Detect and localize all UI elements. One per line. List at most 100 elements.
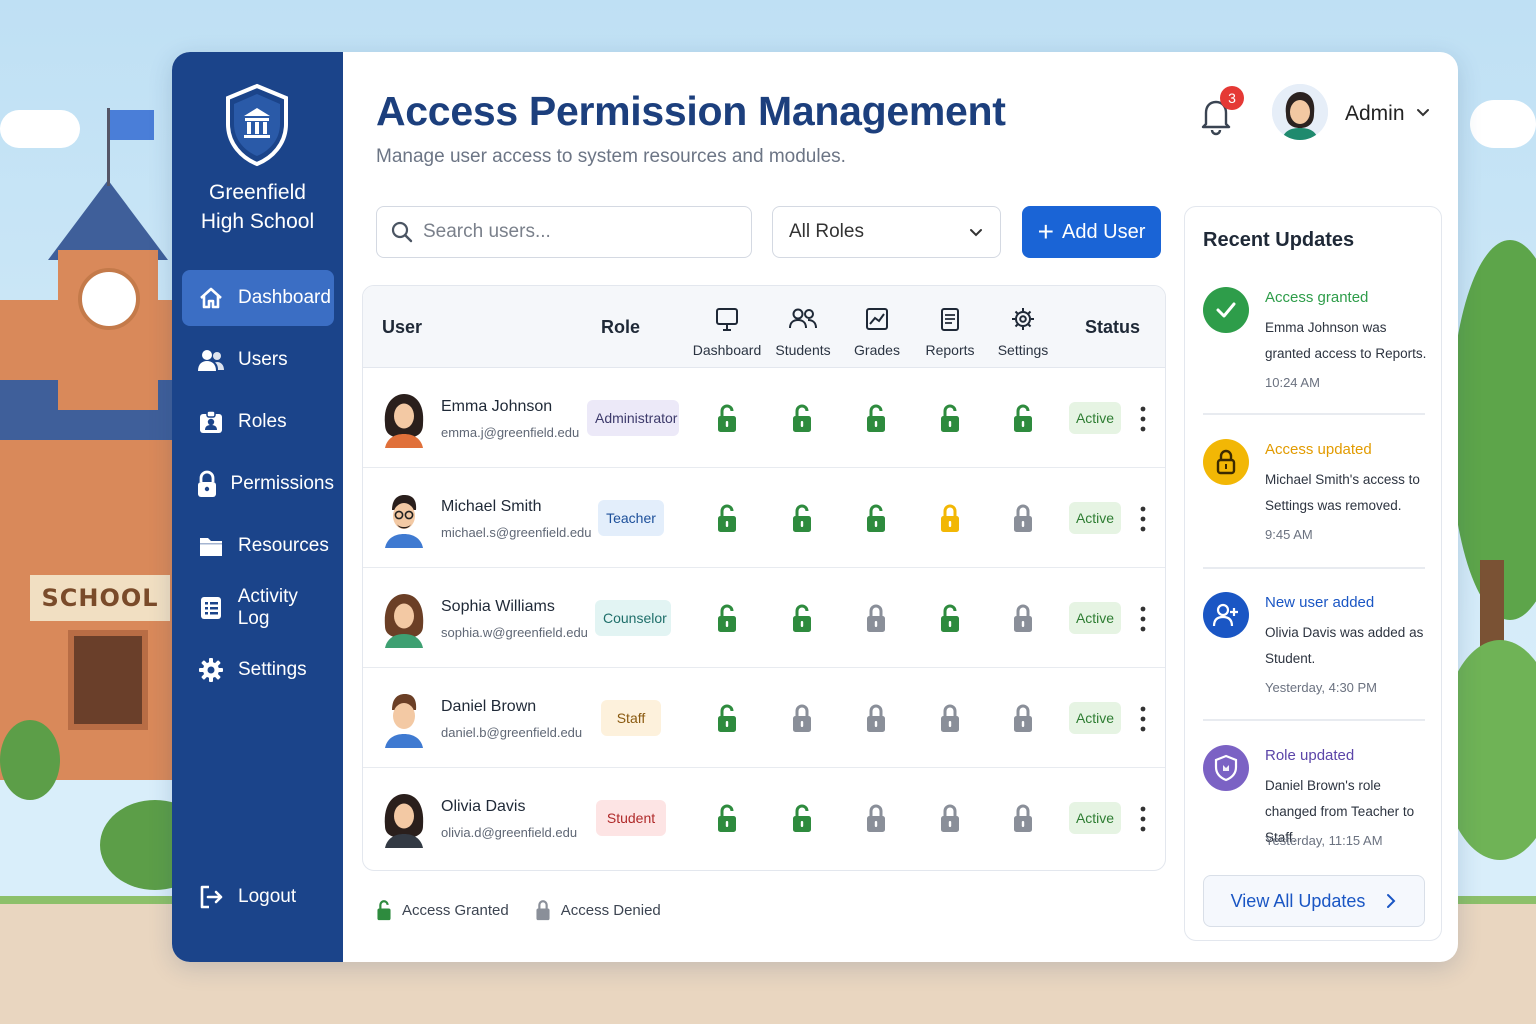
lock-closed-denied-icon[interactable] [1012, 702, 1034, 734]
lock-open-granted-icon[interactable] [791, 402, 813, 434]
column-header-label: Grades [854, 342, 900, 358]
lock-open-granted-icon[interactable] [865, 502, 887, 534]
lock-closed-denied-icon[interactable] [1012, 802, 1034, 834]
roles-filter-value: All Roles [789, 221, 864, 242]
sidebar-item-activity-log[interactable]: Activity Log [182, 580, 334, 636]
table-row[interactable]: Olivia Davis olivia.d@greenfield.edu Stu… [363, 768, 1165, 868]
chevron-down-icon[interactable] [1415, 104, 1431, 120]
user-email: olivia.d@greenfield.edu [441, 825, 578, 840]
update-title: Role updated [1265, 747, 1355, 764]
document-icon [941, 308, 959, 331]
lock-open-granted-icon[interactable] [865, 402, 887, 434]
view-all-label: View All Updates [1230, 890, 1366, 911]
more-options-icon[interactable] [1135, 604, 1151, 634]
chevron-right-icon [1387, 894, 1396, 908]
add-user-button[interactable]: + Add User [1022, 206, 1161, 258]
legend-label: Access Denied [560, 901, 661, 919]
column-header-settings: Settings [983, 306, 1063, 358]
table-row[interactable]: Michael Smith michael.s@greenfield.edu T… [363, 468, 1165, 568]
search-input[interactable] [423, 221, 723, 243]
sidebar-item-users[interactable]: Users [182, 332, 334, 388]
users-icon [196, 345, 226, 375]
sidebar-item-permissions[interactable]: Permissions [182, 456, 334, 512]
school-door [68, 630, 148, 730]
flag [110, 110, 154, 140]
lock-open-granted-icon[interactable] [716, 802, 738, 834]
column-header-label: Dashboard [692, 342, 762, 358]
status-badge: Active [1069, 502, 1121, 534]
clock [78, 268, 140, 330]
sidebar-item-label: Activity Log [237, 586, 298, 629]
search-icon [391, 221, 413, 243]
roles-filter-select[interactable]: All Roles [772, 206, 1001, 258]
sidebar-item-resources[interactable]: Resources [182, 518, 334, 574]
logout-button[interactable]: Logout [196, 882, 296, 912]
lock-open-granted-icon[interactable] [939, 602, 961, 634]
lock-closed-denied-icon[interactable] [939, 802, 961, 834]
column-header-dashboard: Dashboard [687, 306, 767, 358]
sidebar-item-roles[interactable]: Roles [182, 394, 334, 450]
sidebar-nav: Dashboard Users Roles Permissions Resour… [182, 270, 334, 704]
legend-granted: Access Granted [376, 898, 509, 922]
lock-icon [196, 469, 219, 499]
table-row[interactable]: Daniel Brown daniel.b@greenfield.edu Sta… [363, 668, 1165, 768]
sidebar-item-label: Dashboard [238, 287, 331, 308]
avatar[interactable] [1272, 84, 1328, 140]
status-badge: Active [1069, 602, 1121, 634]
view-all-updates-button[interactable]: View All Updates [1203, 875, 1425, 927]
school-name: Greenfield High School [172, 178, 343, 236]
lock-open-granted-icon[interactable] [716, 702, 738, 734]
status-badge: Active [1069, 702, 1121, 734]
role-badge: Counselor [595, 600, 671, 636]
column-header-status: Status [1085, 317, 1141, 337]
role-badge: Student [596, 800, 666, 836]
lock-closed-denied-icon[interactable] [865, 702, 887, 734]
lock-open-granted-icon[interactable] [939, 402, 961, 434]
id-badge-icon [196, 407, 226, 437]
add-user-label: Add User [1061, 220, 1146, 243]
user-name: Michael Smith [441, 498, 542, 515]
user-name: Daniel Brown [441, 698, 537, 715]
sidebar-item-settings[interactable]: Settings [182, 642, 334, 698]
status-badge: Active [1069, 402, 1121, 434]
update-time: 9:45 AM [1265, 527, 1313, 542]
role-badge: Teacher [598, 500, 664, 536]
user-name: Emma Johnson [441, 398, 553, 415]
user-menu-name[interactable]: Admin [1345, 102, 1405, 126]
sidebar-item-dashboard[interactable]: Dashboard [182, 270, 334, 326]
lock-closed-denied-icon[interactable] [791, 702, 813, 734]
chevron-down-icon [970, 229, 982, 237]
lock-closed-denied-icon[interactable] [1012, 502, 1034, 534]
lock-open-granted-icon[interactable] [791, 502, 813, 534]
update-time: Yesterday, 11:15 AM [1265, 833, 1383, 848]
table-row[interactable]: Sophia Williams sophia.w@greenfield.edu … [363, 568, 1165, 668]
page-subtitle: Manage user access to system resources a… [376, 146, 846, 167]
logout-label: Logout [238, 886, 297, 907]
lock-partial-icon[interactable] [939, 502, 961, 534]
column-header-user: User [382, 317, 423, 337]
lock-closed-denied-icon[interactable] [1012, 602, 1034, 634]
notifications-button[interactable]: 3 [1198, 86, 1244, 136]
lock-open-granted-icon[interactable] [1012, 402, 1034, 434]
lock-closed-denied-icon[interactable] [939, 702, 961, 734]
more-options-icon[interactable] [1135, 504, 1151, 534]
more-options-icon[interactable] [1135, 704, 1151, 734]
divider [1203, 413, 1425, 415]
table-row[interactable]: Emma Johnson emma.j@greenfield.edu Admin… [363, 368, 1165, 468]
column-header-label: Settings [997, 342, 1049, 358]
update-text: Emma Johnson was granted access to Repor… [1265, 320, 1427, 361]
lock-open-granted-icon[interactable] [716, 602, 738, 634]
logout-icon [196, 882, 226, 912]
check-icon [1203, 287, 1249, 333]
cloud [1470, 100, 1536, 148]
more-options-icon[interactable] [1135, 404, 1151, 434]
lock-open-granted-icon[interactable] [791, 802, 813, 834]
lock-open-granted-icon[interactable] [716, 502, 738, 534]
lock-open-granted-icon[interactable] [791, 602, 813, 634]
user-email: sophia.w@greenfield.edu [441, 625, 588, 640]
lock-closed-denied-icon[interactable] [865, 602, 887, 634]
lock-open-granted-icon[interactable] [716, 402, 738, 434]
more-options-icon[interactable] [1135, 804, 1151, 834]
lock-closed-denied-icon[interactable] [865, 802, 887, 834]
column-header-role: Role [601, 317, 641, 337]
